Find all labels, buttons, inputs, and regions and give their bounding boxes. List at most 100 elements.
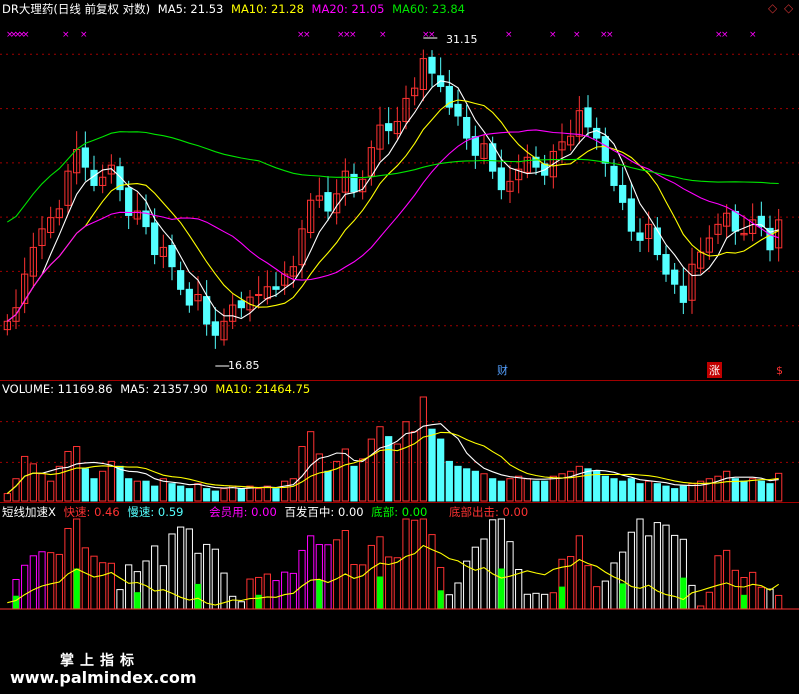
- indicator-bar: [125, 564, 133, 610]
- volume-bar: [515, 475, 523, 502]
- volume-panel[interactable]: VOLUME: 11169.86 MA5: 21357.90 MA10: 214…: [0, 380, 799, 503]
- indicator-panel[interactable]: 短线加速X 快速: 0.46 慢速: 0.59 会员用: 0.00 百发百中: …: [0, 502, 799, 619]
- volume-bar: [64, 450, 72, 502]
- indicator-bar: [671, 534, 679, 610]
- indicator-bar: [731, 569, 739, 610]
- volume-bar: [489, 478, 497, 502]
- candle-body: [454, 103, 462, 117]
- bottom-signal-bar: [73, 568, 80, 609]
- candle-body: [627, 198, 635, 232]
- bottom-signal-bar: [316, 579, 323, 609]
- candle-body: [636, 232, 644, 241]
- candle-body: [463, 116, 471, 139]
- volume-bar: [168, 483, 176, 502]
- indicator-bar: [281, 571, 289, 610]
- indicator-bar: [489, 519, 497, 610]
- volume-bar: [428, 428, 436, 502]
- member-value: 会员用: 0.00: [209, 505, 277, 519]
- indicator-bar: [211, 548, 219, 610]
- volume-bar: [471, 470, 479, 502]
- candle-body: [584, 107, 592, 128]
- signal-x-marker: ×: [606, 30, 614, 40]
- indicator-bar: [81, 547, 89, 610]
- volume-bar: [220, 488, 228, 502]
- indicator-bar: [402, 518, 410, 610]
- candle-body: [385, 123, 393, 132]
- indicator-bar: [463, 560, 471, 610]
- volume-bar: [575, 465, 583, 502]
- volume-bar: [38, 473, 46, 502]
- dollar-marker[interactable]: $: [776, 364, 783, 377]
- indicator-bar: [151, 545, 159, 610]
- candle-body: [211, 321, 219, 336]
- indicator-bar: [367, 544, 375, 610]
- bottom-signal-bar: [12, 595, 20, 609]
- candle-body: [471, 136, 479, 156]
- candle-body: [593, 127, 601, 139]
- candle-body: [272, 286, 280, 290]
- volume-bar: [255, 488, 263, 502]
- price-panel[interactable]: DR大理药(日线 前复权 对数) MA5: 21.53 MA10: 21.28 …: [0, 0, 799, 380]
- baifa-value: 百发百中: 0.00: [284, 505, 364, 519]
- indicator-bar: [757, 586, 765, 610]
- volume-bar: [151, 485, 159, 502]
- low-label: 16.85: [228, 359, 260, 372]
- candle-body: [324, 192, 332, 212]
- volume-bar: [350, 465, 358, 502]
- indicator-bar: [454, 582, 462, 610]
- ma60-value: MA60: 23.84: [392, 2, 465, 16]
- indicator-bar: [645, 535, 653, 610]
- indicator-bar: [480, 538, 488, 610]
- watermark-url: www.palmindex.com: [10, 668, 197, 687]
- indicator-bar: [393, 557, 401, 610]
- candle-body: [203, 296, 211, 325]
- volume-bar: [671, 488, 679, 502]
- volume-bar: [662, 485, 670, 502]
- finance-marker[interactable]: 财: [497, 362, 508, 378]
- volume-bar: [584, 468, 592, 502]
- signal-x-marker: ×: [573, 30, 581, 40]
- volume-bar: [593, 470, 601, 502]
- indicator-bar: [749, 571, 757, 610]
- indicator-bar: [662, 524, 670, 610]
- ma5-value: MA5: 21.53: [157, 2, 224, 16]
- volume-bar: [601, 475, 609, 502]
- indicator-bar: [428, 534, 436, 610]
- indicator-bar: [653, 522, 661, 610]
- volume-bar: [237, 488, 245, 502]
- rise-marker[interactable]: 涨: [707, 362, 722, 378]
- stock-title: DR大理药(日线 前复权 对数): [2, 2, 151, 16]
- candle-body: [731, 210, 739, 232]
- indicator-bar: [593, 586, 601, 610]
- volume-bar: [211, 490, 219, 502]
- signal-x-marker: ×: [80, 30, 88, 40]
- volume-bar: [645, 480, 653, 502]
- volume-bar: [29, 463, 37, 502]
- indicator-bar: [47, 552, 55, 610]
- bottom-signal-bar: [680, 577, 687, 609]
- bottom-signal-bar: [376, 576, 384, 609]
- bottom-signal-bar: [498, 568, 505, 609]
- candlestick-chart: ××××× × × ×× ××× × ×× × × × ×× ×× ×: [0, 30, 799, 367]
- indicator-bar: [766, 588, 774, 610]
- candle-body: [177, 270, 185, 290]
- indicator-bar: [549, 592, 557, 610]
- bottom-signal-bar: [194, 583, 202, 609]
- indicator-bar: [168, 533, 176, 610]
- signal-x-marker: ×: [349, 30, 357, 40]
- volume-bar: [159, 478, 167, 502]
- indicator-bar: [341, 530, 349, 610]
- candle-body: [679, 285, 687, 303]
- indicator-bar: [229, 595, 237, 610]
- bottom-signal-bar: [437, 590, 444, 609]
- indicator-bar: [272, 580, 280, 610]
- volume-bar: [653, 483, 661, 502]
- volume-bar: [688, 483, 696, 502]
- signal-x-marker: ×: [428, 30, 436, 40]
- volume-bar: [454, 465, 462, 502]
- indicator-bar: [90, 555, 98, 610]
- indicator-bar: [116, 589, 124, 610]
- volume-bar: [393, 443, 401, 502]
- indicator-bar: [107, 562, 115, 610]
- volume-bar: [419, 396, 427, 502]
